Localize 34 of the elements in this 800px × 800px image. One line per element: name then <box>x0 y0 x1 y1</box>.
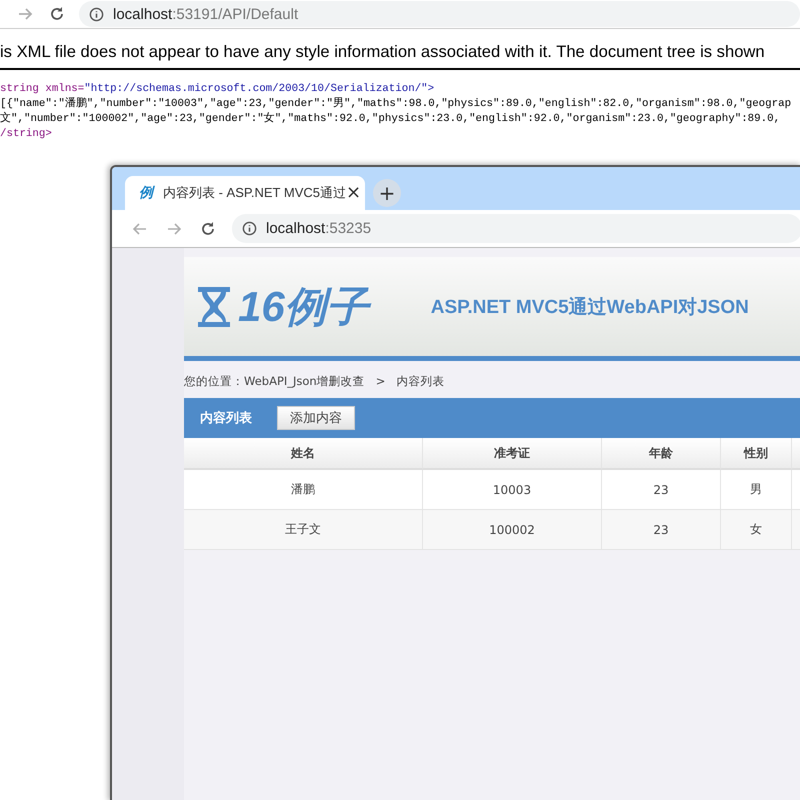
address-bar[interactable]: localhost:53191/API/Default <box>79 1 800 27</box>
reload-icon[interactable] <box>49 6 65 22</box>
reload-icon[interactable] <box>200 220 216 236</box>
hourglass-icon <box>196 284 232 328</box>
logo-text: 16例子 <box>238 278 369 334</box>
table-cell: 23 <box>602 510 721 550</box>
site-title: ASP.NET MVC5通过WebAPI对JSON <box>430 296 749 320</box>
forward-arrow-icon[interactable] <box>17 6 33 22</box>
forward-arrow-icon[interactable] <box>166 220 182 236</box>
xml-text: [{"name":"潘鹏","number":"10003","age":23,"gender":"男","maths":98.0,"physics":89.0,"english":82.0,"organism":98.0,"geograp <box>0 97 792 112</box>
close-tab-button[interactable]: × <box>346 184 362 202</box>
info-icon <box>242 221 257 236</box>
table-cell: 100002 <box>423 510 602 550</box>
breadcrumb-link[interactable]: 您的位置：WebAPI_Json增删改查 <box>184 374 365 389</box>
add-content-button[interactable]: 添加内容 <box>277 406 355 430</box>
table-cell: 女 <box>721 510 792 550</box>
info-icon <box>89 6 104 22</box>
address-bar[interactable]: localhost:53235 <box>232 214 800 243</box>
column-header: 年龄 <box>602 438 721 470</box>
site-icon: 例 <box>139 184 153 202</box>
xml-tag: string xmlns="http://schemas.microsoft.com/2003/10/Serialization/"> <box>0 82 434 97</box>
column-header: 姓名 <box>184 438 423 470</box>
xml-text: 文","number":"100002","age":23,"gender":"女","maths":92.0,"physics":23.0,"english":92.0,"organism":23.0,"geography":89.0, <box>0 112 780 127</box>
xml-notice: is XML file does not appear to have any style information associated with it. The document tree is shown <box>0 29 800 70</box>
table-cell: 王子文 <box>184 510 423 550</box>
column-header: 准考证 <box>423 438 602 470</box>
new-tab-button[interactable]: + <box>373 179 401 207</box>
breadcrumb-separator: > <box>376 374 386 389</box>
browser-tab[interactable]: 例 内容列表 - ASP.NET MVC5通过× <box>125 176 365 210</box>
panel-title: 内容列表 <box>200 410 252 427</box>
xml-tag: /string> <box>0 127 52 142</box>
breadcrumb-current[interactable]: 内容列表 <box>396 374 444 389</box>
back-arrow-icon[interactable] <box>132 220 148 236</box>
column-header: 性别 <box>721 438 792 470</box>
